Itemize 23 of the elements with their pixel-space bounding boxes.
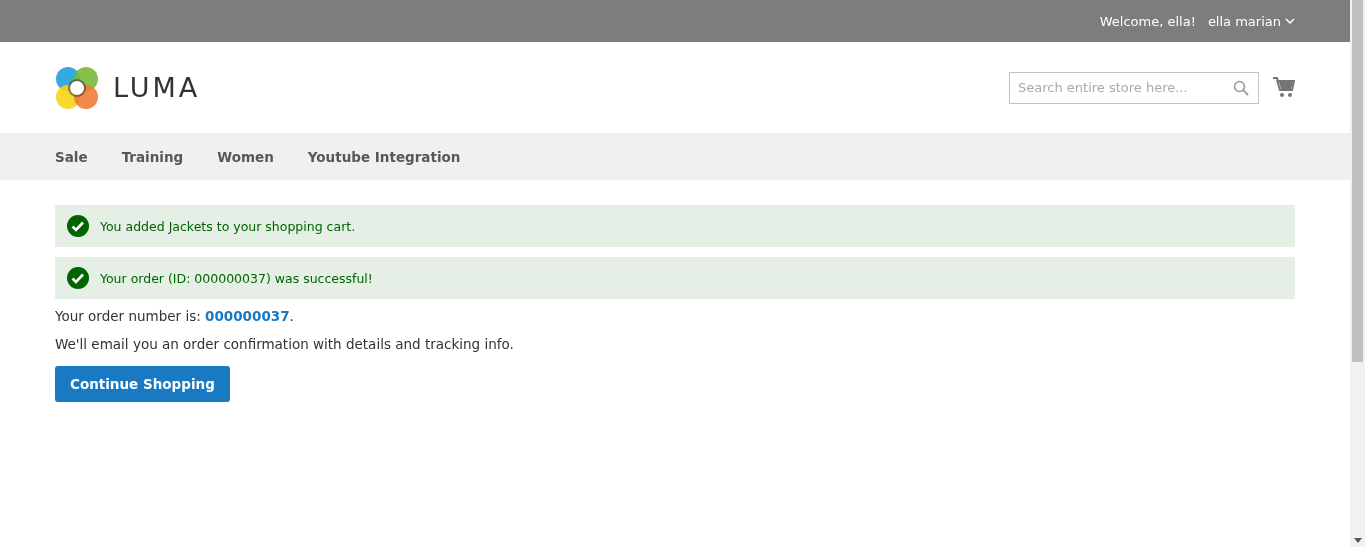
search-icon[interactable] (1233, 79, 1249, 96)
order-number-text: Your order number is: 000000037. (55, 308, 295, 324)
logo-text[interactable]: LUMA (113, 72, 201, 103)
cart-icon[interactable] (1273, 77, 1295, 98)
scrollbar-thumb[interactable] (1352, 0, 1363, 362)
nav-link[interactable]: Training (121, 148, 184, 165)
checkmark-icon (67, 267, 89, 289)
welcome-text: Welcome, ella! (1099, 13, 1196, 29)
account-menu[interactable]: ella marian (1207, 13, 1295, 29)
chevron-down-icon (1285, 18, 1295, 24)
nav-link[interactable]: Sale (55, 148, 88, 165)
nav-link[interactable]: Women (217, 148, 274, 165)
message-text: Your order (ID: 000000037) was successful! (100, 270, 373, 286)
scroll-down-icon[interactable] (1354, 538, 1362, 543)
message-text: You added Jackets to your shopping cart. (100, 218, 356, 234)
checkmark-icon (67, 215, 89, 237)
nav-link[interactable]: Youtube Integration (307, 148, 461, 165)
logo-icon[interactable] (55, 65, 99, 110)
confirmation-text: We'll email you an order confirmation with details and tracking info. (55, 336, 515, 352)
search-field[interactable]: Search entire store here... (1009, 71, 1259, 104)
continue-shopping-button[interactable]: Continue Shopping (55, 366, 230, 402)
scrollbar[interactable] (1350, 0, 1365, 547)
order-number-link[interactable]: 000000037 (205, 308, 290, 324)
